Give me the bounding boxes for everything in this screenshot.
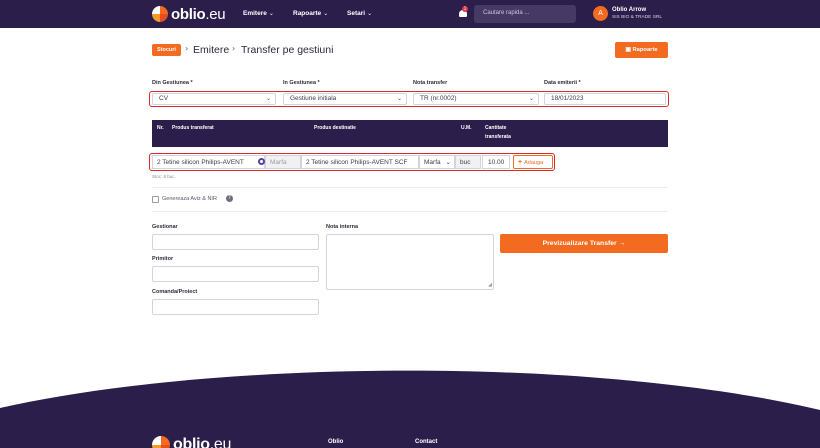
footer-col-oblio: Oblio (328, 439, 344, 445)
nav-emitere[interactable]: Emitere ⌄ (243, 10, 274, 17)
user-company: SIS BIO & TRADE SRL (612, 15, 663, 20)
arrow-right-icon: → (616, 240, 626, 247)
nav-rapoarte[interactable]: Rapoarte ⌄ (293, 10, 328, 17)
transfer-note-label: Nota transfer (413, 80, 448, 86)
nota-interna-label: Nota interna (326, 224, 359, 230)
footer-wave-background (0, 370, 820, 448)
nota-interna-textarea[interactable]: ◢ (326, 234, 494, 290)
user-name[interactable]: Oblio Arrow (612, 7, 646, 13)
preview-transfer-button[interactable]: Previzualizare Transfer → (500, 234, 668, 253)
top-navbar: oblio.eu Emitere ⌄ Rapoarte ⌄ Setari ⌄ 1 Ca… (0, 0, 820, 28)
logo-brand: oblio (171, 5, 206, 23)
chevron-down-icon: ⌄ (323, 11, 329, 17)
primitor-input[interactable] (152, 266, 319, 282)
footer-oblio-logo[interactable]: oblio.eu (152, 436, 231, 448)
issue-date-label: Data emiterii * (544, 80, 581, 86)
comanda-proiect-label: Comanda/Proiect (152, 289, 198, 295)
gestionar-label: Gestionar (152, 224, 178, 230)
transfer-table-header: Nr. Produs transferat Produs destinatie … (152, 120, 668, 147)
from-warehouse-label: Din Gestiunea * (152, 80, 193, 86)
nav-setari[interactable]: Setari ⌄ (347, 10, 372, 17)
resize-handle-icon[interactable]: ◢ (488, 282, 492, 288)
divider (152, 211, 668, 212)
form-row-highlight (149, 91, 669, 107)
col-product-source: Produs transferat (172, 125, 214, 131)
col-qty-line2: transferata (485, 134, 511, 140)
reports-button[interactable]: ▣ Rapoarte (615, 42, 668, 58)
oblio-logo-icon (152, 436, 170, 448)
oblio-logo-icon (152, 6, 168, 22)
col-um: U.M. (461, 125, 472, 131)
oblio-logo[interactable]: oblio.eu (152, 5, 226, 23)
page-title: Transfer pe gestiuni (241, 44, 334, 56)
chevron-down-icon: ⌄ (268, 11, 274, 17)
product-row-highlight (149, 153, 555, 171)
divider (152, 187, 668, 188)
col-product-destination: Produs destinatie (314, 125, 356, 131)
generate-aviz-nir-label[interactable]: Genereaza Aviz & NIR (162, 196, 217, 202)
col-nr: Nr. (157, 125, 164, 131)
breadcrumb-separator-icon: › (185, 44, 189, 53)
stock-note: Stoc: 8 buc. (152, 174, 176, 179)
breadcrumb-separator-icon: › (232, 44, 236, 53)
quick-search-input[interactable]: Cautare rapida ... (474, 5, 576, 23)
chevron-down-icon: ⌄ (367, 11, 373, 17)
footer-col-contact: Contact (415, 439, 438, 445)
footer-logo-brand: oblio (173, 436, 210, 448)
logo-tld: .eu (205, 5, 226, 23)
generate-aviz-nir-checkbox[interactable] (152, 196, 159, 203)
col-qty: Cantitate (485, 125, 507, 131)
to-warehouse-label: In Gestiunea * (283, 80, 320, 86)
comanda-proiect-input[interactable] (152, 299, 319, 315)
notification-bell-icon[interactable]: 1 (458, 6, 468, 19)
breadcrumb-emitere[interactable]: Emitere (193, 44, 229, 56)
footer-logo-tld: .eu (209, 436, 232, 448)
user-avatar[interactable]: A (593, 6, 608, 21)
primitor-label: Primitor (152, 256, 174, 262)
notification-badge: 1 (462, 6, 468, 12)
breadcrumb-stocuri-badge[interactable]: Stocuri (152, 44, 181, 56)
gestionar-input[interactable] (152, 234, 319, 250)
help-icon[interactable]: ? (226, 195, 233, 202)
